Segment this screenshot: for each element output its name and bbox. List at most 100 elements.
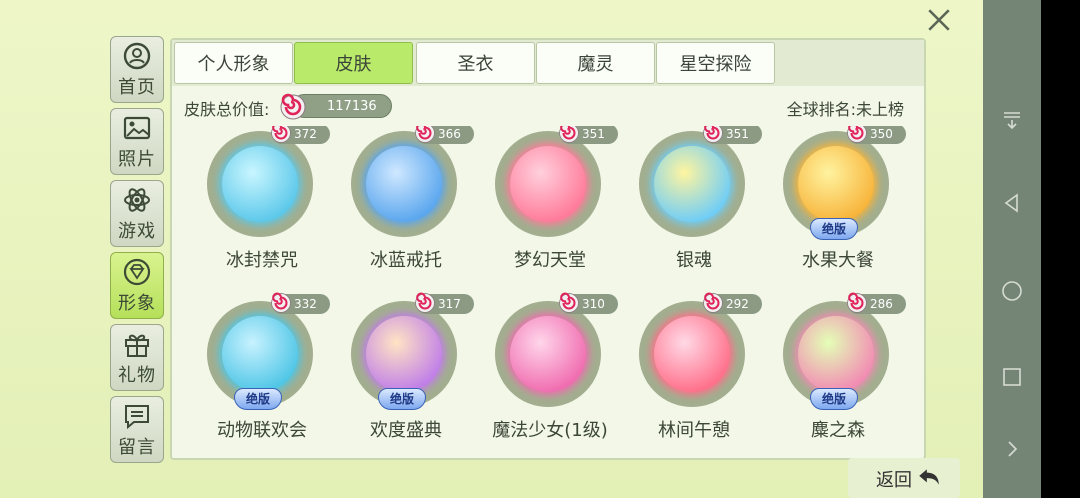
sidebar-item-label: 留言 [118, 436, 156, 458]
skin-item[interactable]: 310 魔法少女(1级) [472, 292, 618, 456]
skin-price: 292 [726, 297, 749, 311]
candy-icon [559, 292, 579, 313]
limited-edition-badge: 绝版 [810, 388, 858, 410]
candy-icon [271, 126, 291, 143]
skin-ring [207, 131, 313, 237]
skin-price: 332 [294, 297, 317, 311]
sidebar-item-gifts[interactable]: 礼物 [110, 324, 164, 391]
candy-icon [847, 126, 867, 143]
close-icon [928, 9, 950, 31]
skin-orb [510, 316, 586, 392]
skin-item[interactable]: 317 绝版 欢度盛典 [328, 292, 474, 456]
skin-orb [654, 316, 730, 392]
skin-ring [495, 301, 601, 407]
skin-price-badge: 292 [703, 292, 762, 314]
skin-orb [798, 316, 874, 392]
skin-price-badge: 350 [847, 126, 906, 144]
skin-price-badge: 366 [415, 126, 474, 144]
skin-price-badge: 317 [415, 292, 474, 314]
skin-orb [510, 146, 586, 222]
skin-name: 银魂 [676, 250, 712, 271]
skin-name: 魔法少女(1级) [492, 420, 608, 441]
skin-orb [366, 316, 442, 392]
skin-name: 动物联欢会 [217, 420, 307, 441]
skin-name: 欢度盛典 [370, 420, 442, 441]
skin-price: 372 [294, 127, 317, 141]
candy-icon [415, 292, 435, 313]
skin-orb [654, 146, 730, 222]
skin-name: 冰封禁咒 [226, 250, 298, 271]
skin-price: 310 [582, 297, 605, 311]
skin-ring [495, 131, 601, 237]
skin-item[interactable]: 351 梦幻天堂 [472, 126, 618, 288]
candy-icon [280, 93, 306, 120]
skin-name: 麋之森 [811, 420, 865, 441]
skin-orb [222, 316, 298, 392]
skin-item[interactable]: 366 冰蓝戒托 [328, 126, 474, 288]
skin-item[interactable]: 372 冰封禁咒 [184, 126, 330, 288]
skin-item[interactable]: 292 林间午憩 [616, 292, 762, 456]
tab-personal-image[interactable]: 个人形象 [174, 42, 293, 84]
close-button[interactable] [918, 2, 960, 38]
total-value: 117136 [327, 98, 377, 114]
skin-price-badge: 310 [559, 292, 618, 314]
skin-name: 林间午憩 [658, 420, 730, 441]
skin-ring [351, 131, 457, 237]
nav-bar-edge [1041, 0, 1080, 498]
photo-icon [123, 116, 151, 139]
nav-expand-icon[interactable] [997, 434, 1027, 464]
back-button[interactable]: 返回 [848, 458, 960, 498]
android-nav-bar [983, 0, 1080, 498]
skin-item[interactable]: 351 银魂 [616, 126, 762, 288]
sidebar-item-photos[interactable]: 照片 [110, 108, 164, 175]
sidebar-item-avatar[interactable]: 形象 [110, 252, 164, 319]
tab-armor[interactable]: 圣衣 [416, 42, 535, 84]
candy-icon [703, 126, 723, 143]
sidebar-item-label: 首页 [118, 76, 156, 98]
skin-orb [366, 146, 442, 222]
skin-name: 水果大餐 [802, 250, 874, 271]
total-value-label: 皮肤总价值: [184, 100, 270, 119]
skin-name: 梦幻天堂 [514, 250, 586, 271]
total-value-pill: 117136 [280, 93, 392, 120]
sidebar-item-label: 游戏 [118, 220, 156, 242]
nav-menu-icon[interactable] [997, 104, 1027, 134]
gem-icon [123, 258, 151, 285]
skin-orb [798, 146, 874, 222]
skin-name: 冰蓝戒托 [370, 250, 442, 271]
candy-icon [703, 292, 723, 313]
sidebar-item-games[interactable]: 游戏 [110, 180, 164, 247]
sidebar-item-home[interactable]: 首页 [110, 36, 164, 103]
atom-icon [124, 187, 150, 212]
candy-icon [847, 292, 867, 313]
skin-grid: 372 冰封禁咒 366 冰蓝戒托 351 梦幻天堂 351 银魂 350 绝版 水果大餐 332 绝版… [172, 126, 924, 456]
nav-bar-panel [983, 0, 1041, 498]
gift-icon [125, 334, 149, 357]
tab-skins[interactable]: 皮肤 [294, 42, 413, 84]
skin-price-badge: 351 [703, 126, 762, 144]
skin-ring [639, 131, 745, 237]
skin-item[interactable]: 286 绝版麋之森 [760, 292, 906, 456]
nav-recents-icon[interactable] [997, 362, 1027, 392]
sidebar-item-label: 照片 [118, 148, 156, 170]
skin-price: 351 [582, 127, 605, 141]
skin-price-badge: 286 [847, 292, 906, 314]
skin-price: 317 [438, 297, 461, 311]
nav-home-icon[interactable] [997, 276, 1027, 306]
tab-spirit[interactable]: 魔灵 [536, 42, 655, 84]
back-label: 返回 [876, 470, 912, 491]
limited-edition-badge: 绝版 [810, 218, 858, 240]
nav-back-icon[interactable] [997, 188, 1027, 218]
skin-summary: 皮肤总价值: 117136 全球排名:未上榜 [184, 92, 904, 122]
sidebar-item-messages[interactable]: 留言 [110, 396, 164, 463]
return-arrow-icon [919, 469, 939, 485]
skin-price-badge: 332 [271, 292, 330, 314]
skin-item[interactable]: 350 绝版水果大餐 [760, 126, 906, 288]
tab-star-explore[interactable]: 星空探险 [656, 42, 775, 84]
skin-ring [639, 301, 745, 407]
skin-price: 366 [438, 127, 461, 141]
message-icon [125, 404, 149, 429]
skin-item[interactable]: 332 绝版 动物联欢会 [184, 292, 330, 456]
global-rank: 全球排名:未上榜 [786, 100, 904, 119]
candy-icon [271, 292, 291, 313]
